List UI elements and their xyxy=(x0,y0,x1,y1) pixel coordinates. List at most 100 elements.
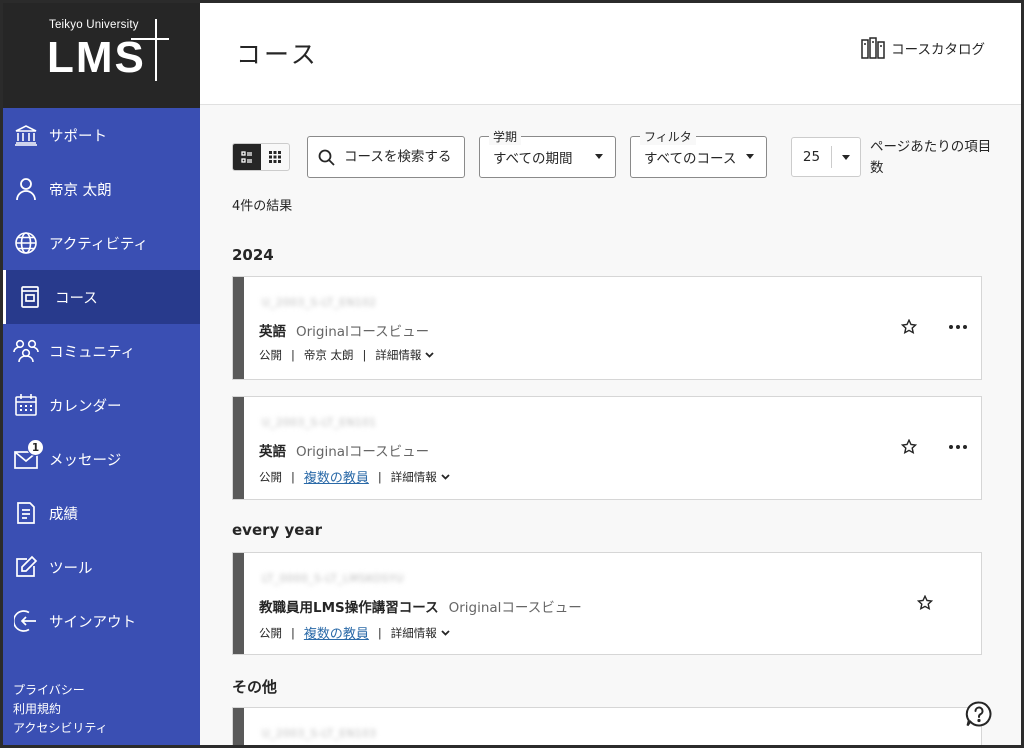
more-options-icon[interactable] xyxy=(949,325,967,329)
sidebar-item-label: コミュニティ xyxy=(49,344,136,361)
grid-view-button[interactable] xyxy=(261,144,289,170)
sidebar-nav: サポート 帝京 太朗 アクティビティ コース コミュニティ カレンダー 1 メッ… xyxy=(3,108,200,648)
logo-cross-vertical xyxy=(155,19,157,81)
course-meta: 公開 | 帝京 太朗 | 詳細情報 xyxy=(259,347,435,363)
sidebar-item-support[interactable]: サポート xyxy=(3,108,200,162)
logo-product: LMS xyxy=(47,33,146,82)
details-toggle[interactable]: 詳細情報 xyxy=(391,469,450,485)
course-id: U_2003_S-LT_EN101 xyxy=(262,417,377,429)
signout-icon xyxy=(13,608,39,634)
sidebar-item-activity[interactable]: アクティビティ xyxy=(3,216,200,270)
course-search[interactable] xyxy=(307,136,465,178)
sidebar-item-calendar[interactable]: カレンダー xyxy=(3,378,200,432)
course-name-row: 英語 Originalコースビュー xyxy=(259,440,429,460)
course-status: 公開 xyxy=(259,625,282,640)
course-status: 公開 xyxy=(259,348,282,362)
course-view-type: Originalコースビュー xyxy=(296,324,430,340)
lms-logo[interactable]: Teikyo University LMS xyxy=(3,3,200,108)
group-title: every year xyxy=(232,521,322,539)
catalog-icon xyxy=(861,37,885,59)
course-name[interactable]: 英語 xyxy=(259,440,286,460)
meta-separator: | xyxy=(291,469,295,484)
list-view-button[interactable] xyxy=(233,144,261,170)
sidebar-item-label: メッセージ xyxy=(49,452,122,469)
instructors-link[interactable]: 複数の教員 xyxy=(304,467,369,486)
filter-legend: フィルタ xyxy=(640,128,696,145)
course-meta: 公開 | 複数の教員 | 詳細情報 xyxy=(259,467,450,486)
user-icon xyxy=(13,176,39,202)
sidebar-item-profile[interactable]: 帝京 太朗 xyxy=(3,162,200,216)
sidebar-item-label: サポート xyxy=(49,128,107,145)
term-select[interactable]: 学期 すべての期間 xyxy=(479,128,616,178)
sidebar-item-tools[interactable]: ツール xyxy=(3,540,200,594)
course-status: 公開 xyxy=(259,469,282,484)
meta-separator: | xyxy=(377,625,382,640)
edit-icon xyxy=(13,554,39,580)
sidebar-item-messages[interactable]: 1 メッセージ xyxy=(3,432,200,486)
details-label: 詳細情報 xyxy=(390,625,437,640)
sidebar-item-courses[interactable]: コース xyxy=(3,270,200,324)
course-card[interactable]: LT_0000_S-LT_LMSKOSYU 教職員用LMS操作講習コース Ori… xyxy=(232,552,982,655)
bank-icon xyxy=(13,122,39,148)
course-name-row: 英語 Originalコースビュー xyxy=(259,320,429,340)
sidebar-item-label: ツール xyxy=(49,560,93,577)
details-label: 詳細情報 xyxy=(390,469,437,484)
results-count: 4件の結果 xyxy=(232,199,293,214)
course-id: U_2003_S-LT_EN103 xyxy=(262,728,377,740)
course-card[interactable]: U_2003_S-LT_EN101 英語 Originalコースビュー 公開 |… xyxy=(232,396,982,500)
course-name[interactable]: 教職員用LMS操作講習コース xyxy=(259,596,439,616)
sidebar-item-label: コース xyxy=(55,290,98,307)
course-view-type: Originalコースビュー xyxy=(296,444,430,460)
course-instructor: 帝京 太朗 xyxy=(303,348,354,362)
terms-link[interactable]: 利用規約 xyxy=(13,700,108,719)
course-meta: 公開 | 複数の教員 | 詳細情報 xyxy=(259,623,450,642)
more-options-icon[interactable] xyxy=(949,445,967,449)
search-input[interactable] xyxy=(344,149,454,165)
main-content: コース コースカタログ 学期 すべての期間 xyxy=(200,3,1021,745)
grades-icon xyxy=(13,500,39,526)
instructors-link[interactable]: 複数の教員 xyxy=(304,623,369,642)
caret-down-icon xyxy=(746,154,754,159)
favorite-star-icon[interactable] xyxy=(901,319,917,335)
meta-separator: | xyxy=(362,348,367,362)
sidebar-item-label: アクティビティ xyxy=(49,236,149,253)
meta-separator: | xyxy=(291,348,295,362)
sidebar-item-label: 成績 xyxy=(49,506,78,523)
group-title: 2024 xyxy=(232,246,274,264)
page-header: コース コースカタログ xyxy=(200,3,1021,105)
group-title: その他 xyxy=(232,678,278,696)
privacy-link[interactable]: プライバシー xyxy=(13,681,108,700)
calendar-icon xyxy=(13,392,39,418)
community-icon xyxy=(13,338,39,364)
favorite-star-icon[interactable] xyxy=(917,595,933,611)
details-toggle[interactable]: 詳細情報 xyxy=(391,625,450,641)
filter-select[interactable]: フィルタ すべてのコース xyxy=(630,128,767,178)
sidebar-item-signout[interactable]: サインアウト xyxy=(3,594,200,648)
favorite-star-icon[interactable] xyxy=(901,439,917,455)
course-card[interactable]: U_2003_S-LT_EN103 xyxy=(232,707,982,745)
sidebar-item-label: サインアウト xyxy=(49,614,136,631)
course-toolbar: 学期 すべての期間 フィルタ すべてのコース 25 ページあたりの項目数 xyxy=(232,128,992,180)
logo-university: Teikyo University xyxy=(49,19,139,31)
course-name-row: 教職員用LMS操作講習コース Originalコースビュー xyxy=(259,596,582,616)
sidebar-item-community[interactable]: コミュニティ xyxy=(3,324,200,378)
course-catalog-button[interactable]: コースカタログ xyxy=(861,37,985,59)
meta-separator: | xyxy=(291,625,295,640)
help-icon[interactable] xyxy=(965,700,993,728)
sidebar-item-grades[interactable]: 成績 xyxy=(3,486,200,540)
course-card[interactable]: U_2003_S-LT_EN102 英語 Originalコースビュー 公開 |… xyxy=(232,276,982,380)
accessibility-link[interactable]: アクセシビリティ xyxy=(13,719,108,738)
logo-cross-horizontal xyxy=(131,38,169,40)
course-name[interactable]: 英語 xyxy=(259,320,286,340)
course-id: LT_0000_S-LT_LMSKOSYU xyxy=(262,573,404,585)
grid-view-icon xyxy=(269,151,281,163)
chevron-down-icon xyxy=(441,629,450,636)
chevron-down-icon xyxy=(425,352,435,358)
per-page-select[interactable]: 25 xyxy=(791,137,861,177)
per-page-label: ページあたりの項目数 xyxy=(870,139,992,176)
sidebar: Teikyo University LMS サポート 帝京 太朗 アクティビティ… xyxy=(3,3,200,745)
details-toggle[interactable]: 詳細情報 xyxy=(375,347,435,363)
filter-value: すべてのコース xyxy=(644,151,737,167)
chevron-down-icon xyxy=(441,473,450,480)
page-title: コース xyxy=(236,40,319,69)
